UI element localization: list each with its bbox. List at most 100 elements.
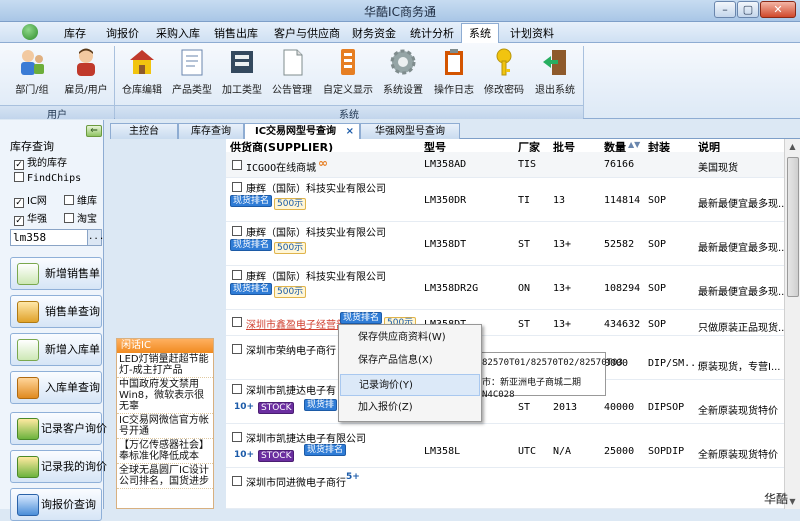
option-ic-net[interactable]: ✓ IC网 xyxy=(14,192,47,208)
table-row[interactable]: 康辉（国际）科技实业有限公司 现货排名 500示 LM358DR2G ON 13… xyxy=(226,266,784,310)
table-row[interactable]: 康辉（国际）科技实业有限公司 现货排名 500示 LM350DR TI 13 1… xyxy=(226,178,784,222)
checkbox[interactable] xyxy=(14,172,24,182)
tab-dashboard[interactable]: 主控台 xyxy=(110,123,178,139)
tab-close-icon[interactable]: × xyxy=(346,124,354,139)
minimize-button[interactable]: – xyxy=(714,1,736,18)
menu-purchase-in[interactable]: 采购入库 xyxy=(156,25,200,41)
product-type-button[interactable]: 产品类型 xyxy=(164,47,220,96)
cell-supplier[interactable]: 深圳市同进微电子商行 xyxy=(246,474,346,489)
operation-log-button[interactable]: 操作日志 xyxy=(426,47,482,96)
processing-type-label: 加工类型 xyxy=(222,85,262,96)
vertical-scrollbar[interactable]: ▲ ▼ xyxy=(784,139,800,509)
menu-statistics[interactable]: 统计分析 xyxy=(410,25,454,41)
rank-badge[interactable]: 现货排名 xyxy=(304,444,347,456)
table-row[interactable]: 康辉（国际）科技实业有限公司 现货排名 500示 LM358DT ST 13+ … xyxy=(226,222,784,266)
department-button[interactable]: 部门/组 xyxy=(4,47,60,96)
menu-plan-data[interactable]: 计划资料 xyxy=(510,25,554,41)
record-customer-inquiry-button[interactable]: 记录客户询价 xyxy=(10,412,107,445)
system-settings-button[interactable]: 系统设置 xyxy=(375,47,431,96)
new-sales-order-button[interactable]: 新增销售单 xyxy=(10,257,102,290)
row-checkbox[interactable] xyxy=(232,160,242,170)
collapse-arrow-icon[interactable]: ⇐ xyxy=(86,125,102,137)
news-item[interactable]: 中国政府发文禁用Win8，微软表示很无辜 xyxy=(117,378,213,414)
menu-customers-suppliers[interactable]: 客户与供应商 xyxy=(274,25,340,41)
cell-supplier[interactable]: 深圳市凯捷达电子有 xyxy=(246,382,336,397)
option-label: 华强 xyxy=(27,214,47,225)
cell-supplier-link[interactable]: 深圳市鑫盈电子经营部 xyxy=(246,316,346,331)
inquiry-query-button[interactable]: 询报价查询 xyxy=(10,488,102,521)
option-findchips[interactable]: FindChips xyxy=(14,172,81,184)
menu-sales-out[interactable]: 销售出库 xyxy=(214,25,258,41)
news-item[interactable]: IC交易网微信官方帐号开通 xyxy=(117,414,213,439)
sort-icon[interactable]: ▲▼ xyxy=(628,140,640,149)
option-my-stock[interactable]: ✓ 我的库存 xyxy=(14,154,67,170)
cell-supplier[interactable]: 康辉（国际）科技实业有限公司 xyxy=(246,268,386,283)
cell-supplier[interactable]: 深圳市荣纳电子商行 xyxy=(246,342,336,357)
tab-ic-model-query[interactable]: IC交易网型号查询 × xyxy=(244,123,360,140)
option-huaqiang[interactable]: ✓ 华强 xyxy=(14,210,47,226)
rank-badge[interactable]: 现货排名 xyxy=(230,195,273,207)
row-checkbox[interactable] xyxy=(232,182,242,192)
table-row[interactable]: ICGOO在线商城 ∞ LM358AD TIS 76166 美国现货 xyxy=(226,152,784,178)
department-icon xyxy=(17,47,47,77)
menu-quotes[interactable]: 询报价 xyxy=(106,25,139,41)
warehouse-edit-button[interactable]: 仓库编辑 xyxy=(114,47,170,96)
table-row[interactable]: 深圳市凯捷达电子有限公司 10+ STOCK 现货排名 LM358L UTC N… xyxy=(226,424,784,468)
menu-item-record-inquiry[interactable]: 记录询价(Y) xyxy=(340,374,480,396)
news-item[interactable]: 【万亿传感器社会】奉标准化降低成本 xyxy=(117,439,213,464)
cell-maker: TI xyxy=(518,195,531,206)
row-checkbox[interactable] xyxy=(232,270,242,280)
app-logo-icon[interactable] xyxy=(22,24,38,40)
option-weiku[interactable]: 维库 xyxy=(64,192,97,207)
checkbox[interactable] xyxy=(64,195,74,205)
news-item[interactable]: 全球无晶圆厂IC设计公司排名，国货进步 xyxy=(117,464,213,489)
row-checkbox[interactable] xyxy=(232,384,242,394)
search-browse-button[interactable]: ... xyxy=(87,230,104,245)
cell-supplier[interactable]: ICGOO在线商城 xyxy=(246,159,316,174)
rank-badge[interactable]: 现货排名 xyxy=(340,312,383,324)
row-checkbox[interactable] xyxy=(232,317,242,327)
rank-badge[interactable]: 现货排 xyxy=(304,399,338,411)
close-window-button[interactable]: ✕ xyxy=(760,1,796,18)
row-checkbox[interactable] xyxy=(232,476,242,486)
change-password-button[interactable]: 修改密码 xyxy=(476,47,532,96)
row-checkbox[interactable] xyxy=(232,226,242,236)
table-row[interactable]: 深圳市同进微电子商行 5+ xyxy=(226,468,784,509)
rank-badge[interactable]: 现货排名 xyxy=(230,283,273,295)
cell-supplier[interactable]: 深圳市凯捷达电子有限公司 xyxy=(246,430,366,445)
checkbox[interactable] xyxy=(64,213,74,223)
new-inbound-order-button[interactable]: 新增入库单 xyxy=(10,333,102,366)
employee-button[interactable]: 雇员/用户 xyxy=(58,47,114,96)
cell-supplier[interactable]: 康辉（国际）科技实业有限公司 xyxy=(246,180,386,195)
tab-inventory-query[interactable]: 库存查询 xyxy=(178,123,244,139)
inbound-order-query-button[interactable]: 入库单查询 xyxy=(10,371,102,404)
news-item[interactable]: LED灯销量赶超节能灯-成主打产品 xyxy=(117,353,213,378)
option-taobao[interactable]: 淘宝 xyxy=(64,210,97,225)
checkbox-checked[interactable]: ✓ xyxy=(14,216,24,226)
maximize-button[interactable]: ▢ xyxy=(737,1,759,18)
rank-badge[interactable]: 现货排名 xyxy=(230,239,273,251)
table-row[interactable]: 深圳市鑫盈电子经营部 现货排名 500示 LM358DT ST 13+ 4346… xyxy=(226,310,784,336)
menu-item-save-supplier[interactable]: 保存供应商资料(W) xyxy=(340,327,480,349)
processing-type-button[interactable]: 加工类型 xyxy=(214,47,270,96)
record-my-inquiry-button[interactable]: 记录我的询价 xyxy=(10,450,107,483)
custom-display-button[interactable]: 自定义显示 xyxy=(320,47,376,96)
row-checkbox[interactable] xyxy=(232,344,242,354)
menu-item-add-quote[interactable]: 加入报价(Z) xyxy=(340,397,480,419)
sales-order-query-button[interactable]: 销售单查询 xyxy=(10,295,102,328)
exit-system-button[interactable]: 退出系统 xyxy=(527,47,583,96)
option-label: FindChips xyxy=(27,173,82,184)
search-input[interactable]: lm358... xyxy=(10,229,104,246)
scroll-up-arrow-icon[interactable]: ▲ xyxy=(785,139,800,154)
checkbox-checked[interactable]: ✓ xyxy=(14,160,24,170)
checkbox-checked[interactable]: ✓ xyxy=(14,198,24,208)
menu-item-save-product[interactable]: 保存产品信息(X) xyxy=(340,350,480,372)
menu-finance[interactable]: 财务资金 xyxy=(352,25,396,41)
row-checkbox[interactable] xyxy=(232,432,242,442)
notice-manage-button[interactable]: 公告管理 xyxy=(264,47,320,96)
menu-system[interactable]: 系统 xyxy=(461,23,499,43)
menu-inventory[interactable]: 库存 xyxy=(64,25,86,41)
tab-huaqiang-model-query[interactable]: 华强网型号查询 xyxy=(360,123,460,139)
scrollbar-thumb[interactable] xyxy=(787,157,799,297)
cell-supplier[interactable]: 康辉（国际）科技实业有限公司 xyxy=(246,224,386,239)
